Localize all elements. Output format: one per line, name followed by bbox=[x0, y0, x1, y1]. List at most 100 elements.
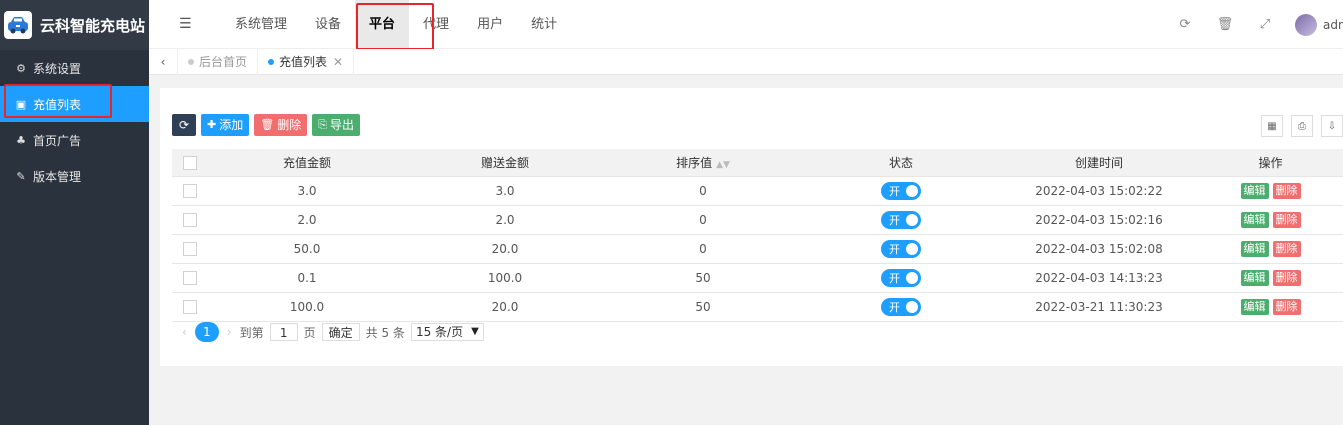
highlight-box-top-nav bbox=[356, 3, 434, 50]
cell-gift: 20.0 bbox=[406, 292, 604, 322]
tab-dot bbox=[268, 58, 275, 65]
fullscreen-icon[interactable]: ⤢ bbox=[1245, 17, 1285, 32]
add-button[interactable]: ✚ 添加 bbox=[201, 114, 250, 136]
col-gift: 赠送金额 bbox=[406, 149, 604, 177]
edit-button[interactable]: 编辑 bbox=[1240, 299, 1269, 315]
page-current[interactable]: 1 bbox=[194, 322, 219, 342]
row-checkbox[interactable] bbox=[172, 234, 208, 264]
pagination: ‹ 1 › 到第 1 页 确定 共 5 条 15 条/页 ▼ bbox=[182, 322, 484, 342]
avatar[interactable] bbox=[1295, 13, 1317, 36]
table-header-row: 充值金额 赠送金额 排序值 ▲▼ 状态 创建时间 操作 bbox=[172, 149, 1343, 177]
table-right-tools: ▦ ⎙ ⇩ bbox=[1253, 115, 1343, 137]
cell-status: 开 bbox=[802, 234, 1000, 264]
table-toolbar: ⟳ ✚ 添加 🗑 删除 ⎘ 导出 bbox=[172, 114, 365, 136]
confirm-button[interactable]: 确定 bbox=[321, 323, 360, 341]
tab-home[interactable]: 后台首页 bbox=[178, 48, 259, 75]
trash-icon[interactable]: 🗑 bbox=[1205, 17, 1245, 32]
status-toggle[interactable]: 开 bbox=[881, 211, 921, 229]
tab-recharge-list[interactable]: 充值列表 ✕ bbox=[258, 48, 355, 75]
download-icon[interactable]: ⇩ bbox=[1321, 115, 1343, 137]
cell-sort: 0 bbox=[604, 176, 802, 206]
content-card: ⟳ ✚ 添加 🗑 删除 ⎘ 导出 ▦ ⎙ ⇩ 充值金额 赠送金额 排序值 ▲▼ … bbox=[160, 88, 1343, 366]
tab-label: 充值列表 bbox=[279, 55, 328, 69]
plus-icon: ✚ bbox=[207, 118, 217, 131]
status-toggle[interactable]: 开 bbox=[881, 240, 921, 258]
cell-sort: 0 bbox=[604, 234, 802, 264]
col-created: 创建时间 bbox=[1000, 149, 1198, 177]
nav-statistics[interactable]: 统计 bbox=[517, 0, 571, 49]
total-count: 共 5 条 bbox=[365, 325, 405, 340]
sort-icon[interactable]: ▲▼ bbox=[716, 160, 730, 170]
edit-button[interactable]: 编辑 bbox=[1240, 183, 1269, 199]
status-toggle[interactable]: 开 bbox=[881, 269, 921, 287]
cell-created: 2022-04-03 15:02:16 bbox=[1000, 205, 1198, 235]
cell-status: 开 bbox=[802, 263, 1000, 293]
close-icon[interactable]: ✕ bbox=[333, 55, 343, 69]
sidebar-item-label: 系统设置 bbox=[33, 61, 82, 76]
status-toggle-label: 开 bbox=[889, 272, 900, 285]
cell-sort: 0 bbox=[604, 205, 802, 235]
nav-system-management[interactable]: 系统管理 bbox=[221, 0, 301, 49]
menu-toggle-icon[interactable]: ☰ bbox=[179, 16, 192, 32]
cell-sort: 50 bbox=[604, 263, 802, 293]
cell-created: 2022-04-03 14:13:23 bbox=[1000, 263, 1198, 293]
cell-actions: 编辑 删除 bbox=[1198, 176, 1343, 206]
status-toggle-label: 开 bbox=[889, 214, 900, 227]
export-button[interactable]: ⎘ 导出 bbox=[312, 114, 361, 136]
nav-user[interactable]: 用户 bbox=[463, 0, 517, 49]
page-size-select[interactable]: 15 条/页 ▼ bbox=[410, 323, 484, 341]
col-actions: 操作 bbox=[1198, 149, 1343, 177]
delete-row-button[interactable]: 删除 bbox=[1272, 299, 1301, 315]
edit-button[interactable]: 编辑 bbox=[1240, 241, 1269, 257]
cell-gift: 3.0 bbox=[406, 176, 604, 206]
sidebar-item-home-ads[interactable]: ♣ 首页广告 bbox=[0, 122, 149, 158]
status-toggle[interactable]: 开 bbox=[881, 182, 921, 200]
cell-gift: 2.0 bbox=[406, 205, 604, 235]
status-toggle-label: 开 bbox=[889, 301, 900, 314]
sidebar-item-system-settings[interactable]: ⚙ 系统设置 bbox=[0, 50, 149, 86]
row-checkbox[interactable] bbox=[172, 292, 208, 322]
select-all-checkbox[interactable] bbox=[172, 149, 208, 177]
row-checkbox[interactable] bbox=[172, 263, 208, 293]
cell-amount: 2.0 bbox=[208, 205, 406, 235]
refresh-icon[interactable]: ⟳ bbox=[1165, 17, 1205, 32]
delete-row-button[interactable]: 删除 bbox=[1272, 183, 1301, 199]
delete-row-button[interactable]: 删除 bbox=[1272, 212, 1301, 228]
chevron-left-icon[interactable]: ‹ bbox=[149, 48, 178, 75]
status-toggle-label: 开 bbox=[889, 243, 900, 256]
edit-button[interactable]: 编辑 bbox=[1240, 270, 1269, 286]
top-header: ☰ 系统管理 设备 平台 代理 用户 统计 ⟳ 🗑 ⤢ admin bbox=[149, 0, 1343, 49]
tree-icon: ♣ bbox=[16, 133, 26, 147]
delete-button[interactable]: 🗑 删除 bbox=[254, 114, 308, 136]
goto-label: 到第 bbox=[239, 325, 264, 340]
page-tabs: ‹ 后台首页 充值列表 ✕ bbox=[149, 48, 1343, 75]
col-sort[interactable]: 排序值 ▲▼ bbox=[604, 149, 802, 177]
delete-row-button[interactable]: 删除 bbox=[1272, 270, 1301, 286]
table-row: 0.1 100.0 50 开 2022-04-03 14:13:23 编辑 删除 bbox=[172, 263, 1343, 293]
edit-button[interactable]: 编辑 bbox=[1240, 212, 1269, 228]
add-button-label: 添加 bbox=[219, 118, 244, 132]
refresh-button[interactable]: ⟳ bbox=[172, 114, 196, 136]
columns-icon[interactable]: ▦ bbox=[1261, 115, 1283, 137]
delete-row-button[interactable]: 删除 bbox=[1272, 241, 1301, 257]
prev-page-icon[interactable]: ‹ bbox=[182, 325, 187, 339]
row-checkbox[interactable] bbox=[172, 205, 208, 235]
print-icon[interactable]: ⎙ bbox=[1291, 115, 1313, 137]
nav-device[interactable]: 设备 bbox=[301, 0, 355, 49]
export-icon: ⎘ bbox=[318, 118, 328, 131]
cell-status: 开 bbox=[802, 292, 1000, 322]
status-toggle[interactable]: 开 bbox=[881, 298, 921, 316]
sidebar-item-label: 首页广告 bbox=[33, 133, 82, 148]
trash-icon: 🗑 bbox=[260, 118, 275, 131]
refresh-icon: ⟳ bbox=[178, 118, 190, 132]
next-page-icon[interactable]: › bbox=[227, 325, 232, 339]
cell-gift: 100.0 bbox=[406, 263, 604, 293]
caret-down-icon: ▼ bbox=[471, 326, 479, 337]
user-name[interactable]: admin bbox=[1323, 18, 1343, 32]
row-checkbox[interactable] bbox=[172, 176, 208, 206]
delete-button-label: 删除 bbox=[277, 118, 302, 132]
cell-status: 开 bbox=[802, 205, 1000, 235]
page-input[interactable]: 1 bbox=[269, 323, 298, 341]
sidebar-item-version-management[interactable]: ✎ 版本管理 bbox=[0, 158, 149, 194]
cell-gift: 20.0 bbox=[406, 234, 604, 264]
